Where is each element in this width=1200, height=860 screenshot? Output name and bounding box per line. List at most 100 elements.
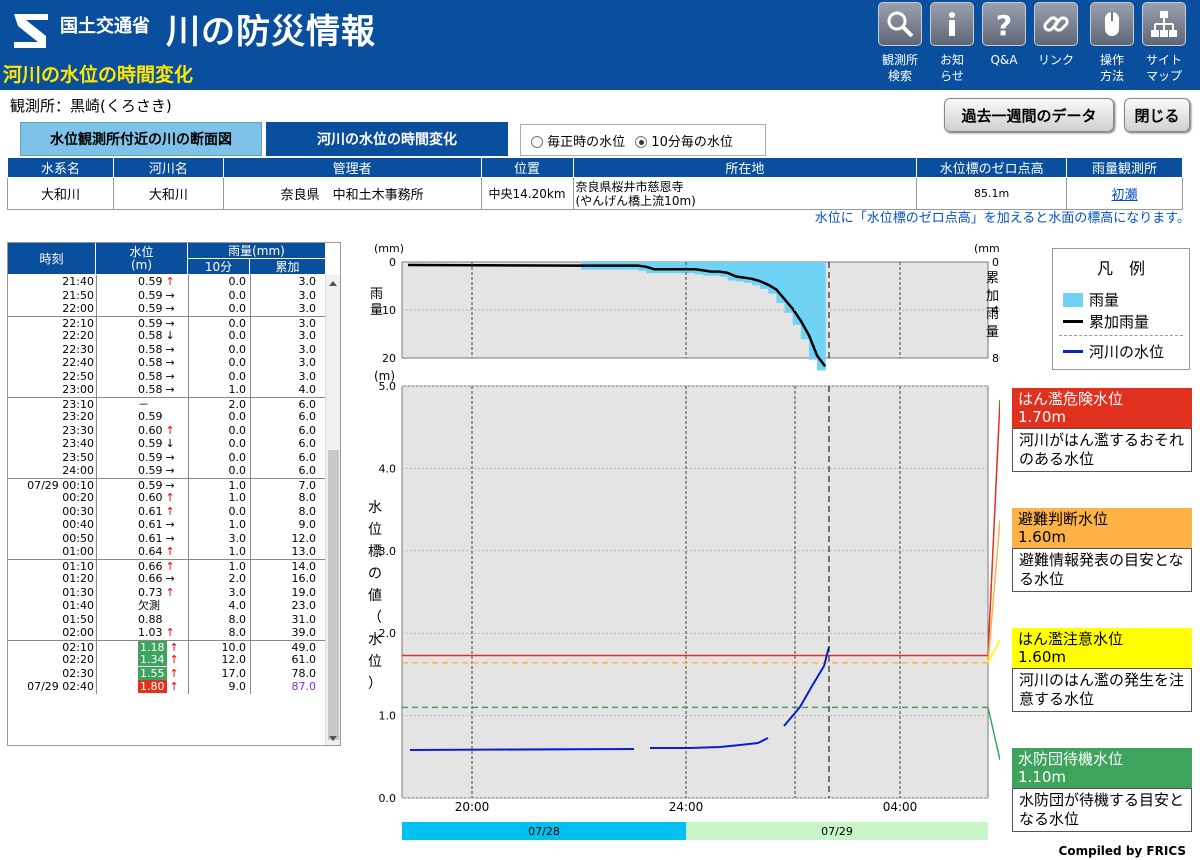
column-divider	[96, 383, 97, 397]
radio-ten-min[interactable]: 10分毎の水位	[635, 131, 733, 150]
rain-station-link[interactable]: 初瀬	[1066, 177, 1183, 210]
column-divider	[250, 275, 251, 289]
column-divider	[250, 356, 251, 370]
column-divider	[188, 478, 189, 492]
nav-news[interactable]: お知 らせ	[928, 0, 976, 90]
level-value: 1.80	[138, 680, 167, 693]
water-level-table: 時刻 水位 (m) 雨量(mm) 10分 累加 21:40 0.59 ↑ 0.0 3.0 2…	[7, 242, 341, 746]
nav-link[interactable]: リンク	[1032, 0, 1080, 90]
table-row: 01:30 0.73 ↑ 3.0 19.0	[8, 585, 326, 599]
column-divider	[188, 666, 189, 680]
trend-arrow-icon: ↓	[165, 329, 175, 342]
radio-button-selected[interactable]	[635, 135, 648, 148]
water-level-chart: (mm) (mm) 0 10 20 0 40 80 雨量 累加雨量 (m) 0.…	[368, 242, 1000, 840]
table-row: 01:20 0.66 → 2.0 16.0	[8, 572, 326, 586]
site-title[interactable]: 川の防災情報	[166, 4, 376, 53]
table-cell: 3.0	[298, 369, 317, 383]
trend-arrow-icon: ↑	[165, 585, 175, 599]
trend-arrow-icon: →	[165, 288, 175, 302]
column-divider	[250, 423, 251, 437]
scroll-down-icon[interactable]	[329, 736, 337, 741]
past-week-data-button[interactable]: 過去一週間のデータ	[944, 98, 1114, 132]
annotation-value: 1.60m	[1018, 528, 1067, 546]
ministry-name[interactable]: 国土交通省	[60, 12, 150, 38]
radio-button[interactable]	[531, 135, 543, 148]
level-value: 0.64	[138, 545, 163, 558]
tab-time-change[interactable]: 河川の水位の時間変化	[266, 122, 508, 156]
table-cell: 39.0	[291, 626, 317, 639]
table-cell: 3.0	[298, 342, 317, 356]
level-cell: 1.03 ↑	[96, 626, 188, 640]
column-divider	[250, 640, 251, 654]
column-divider	[188, 518, 189, 532]
table-cell: 12.0	[291, 531, 317, 545]
x-tick: 20:00	[455, 800, 490, 814]
nav-how-to-use[interactable]: 操作 方法	[1088, 0, 1136, 90]
table-row: 02:10 1.18 ↑ 10.0 49.0	[8, 639, 326, 654]
table-row: 21:40 0.59 ↑ 0.0 3.0	[8, 275, 326, 289]
close-button[interactable]: 閉じる	[1124, 98, 1190, 132]
level-swatch	[1063, 350, 1083, 353]
table-cell: 22:50	[62, 369, 94, 383]
nav-qa[interactable]: ? Q&A	[980, 0, 1028, 90]
table-cell: 3.0	[298, 288, 317, 302]
table-scrollbar[interactable]	[325, 275, 340, 745]
annotation-title: 水防団待機水位	[1018, 750, 1124, 768]
interval-radio-group: 毎正時の水位 10分毎の水位	[520, 124, 766, 156]
column-divider	[188, 653, 189, 667]
threshold-connectors	[987, 399, 1000, 761]
column-divider	[96, 545, 97, 559]
table-cell: 61.0	[291, 653, 317, 666]
threshold-connector	[987, 399, 1000, 656]
cell: 奈良県 中和土木事務所	[222, 177, 482, 210]
column-divider	[188, 329, 189, 343]
column-divider	[250, 585, 251, 599]
table-row: 01:10 0.66 ↑ 1.0 14.0	[8, 558, 326, 573]
column-divider	[188, 545, 189, 559]
rain-bar	[727, 262, 737, 281]
scroll-thumb[interactable]	[328, 450, 339, 740]
column-divider	[96, 397, 97, 411]
level-value: 0.61	[138, 518, 163, 531]
level-cell: 0.61 ↑	[96, 505, 188, 519]
column-divider	[96, 369, 97, 383]
scroll-up-icon[interactable]	[329, 281, 337, 286]
table-cell: 6.0	[298, 397, 317, 411]
table-cell: 14.0	[291, 559, 317, 573]
nav-sitemap[interactable]: サイト マップ	[1140, 0, 1188, 90]
table-cell: 23:50	[62, 450, 94, 464]
col-header-cumulative: 累加	[250, 259, 326, 275]
radio-hourly[interactable]: 毎正時の水位	[531, 131, 625, 150]
rain-tick: 20	[382, 352, 396, 365]
column-divider	[96, 612, 97, 626]
threshold-connector	[987, 707, 1000, 761]
column-divider	[250, 288, 251, 302]
header-cell: 雨量観測所	[1066, 157, 1183, 178]
table-cell: 6.0	[298, 464, 317, 477]
nav-station-search[interactable]: 観測所 検索	[876, 0, 924, 90]
table-cell: 0.0	[228, 437, 247, 450]
column-divider	[96, 653, 97, 667]
table-row: 22:50 0.58 → 0.0 3.0	[8, 369, 326, 383]
table-row: 22:20 0.58 ↓ 0.0 3.0	[8, 329, 326, 343]
level-cell: 0.60 ↑	[96, 491, 188, 505]
col-header-10min: 10分	[188, 259, 250, 275]
column-divider	[96, 450, 97, 464]
tab-cross-section[interactable]: 水位観測所付近の川の断面図	[20, 122, 262, 156]
table-cell: 13.0	[291, 545, 317, 558]
column-divider	[188, 437, 189, 451]
level-cell: 0.61 →	[96, 532, 188, 546]
table-cell: 01:40	[62, 599, 94, 612]
table-cell: 0.0	[228, 464, 247, 477]
trend-arrow-icon: ↑	[165, 275, 175, 288]
table-row: 21:50 0.59 → 0.0 3.0	[8, 288, 326, 302]
table-cell: 12.0	[221, 653, 247, 666]
table-cell: 0.0	[228, 288, 247, 302]
rain-swatch	[1063, 292, 1083, 307]
table-cell: 00:40	[62, 518, 94, 531]
cell: 中央14.20km	[480, 177, 574, 210]
column-divider	[188, 572, 189, 586]
table-cell: 3.0	[298, 356, 317, 369]
column-divider	[96, 288, 97, 302]
table-row: 07/29 02:40 1.80 ↑ 9.0 87.0	[8, 680, 326, 694]
